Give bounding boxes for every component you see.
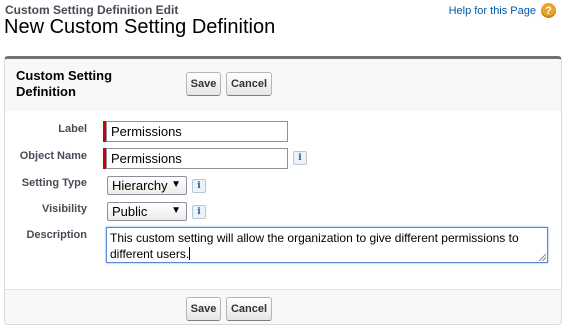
description-field-label: Description — [26, 229, 87, 241]
page-title: New Custom Setting Definition — [4, 16, 276, 38]
help-icon[interactable]: ? — [541, 3, 556, 18]
setting-type-info-icon[interactable]: i — [192, 179, 206, 193]
cancel-button-bottom[interactable]: Cancel — [226, 297, 272, 321]
setting-type-field-label: Setting Type — [21, 177, 87, 189]
cancel-button-top[interactable]: Cancel — [226, 72, 272, 96]
setting-type-select[interactable]: Hierarchy ▼ — [107, 176, 187, 195]
visibility-select[interactable]: Public ▼ — [107, 202, 187, 221]
edit-panel: Custom Setting Definition Save Cancel La… — [4, 56, 562, 325]
label-field-label: Label — [58, 123, 87, 135]
panel-title: Custom Setting Definition — [16, 68, 113, 99]
help-link-group[interactable]: Help for this Page ? — [449, 3, 556, 18]
form-area: Label Permissions Object Name Permission… — [5, 111, 561, 290]
visibility-info-icon[interactable]: i — [192, 205, 206, 219]
help-link[interactable]: Help for this Page — [449, 5, 536, 17]
setting-type-value: Hierarchy — [112, 178, 168, 193]
save-button-top[interactable]: Save — [186, 72, 221, 96]
panel-header: Custom Setting Definition Save Cancel — [5, 59, 561, 112]
object-name-info-icon[interactable]: i — [293, 151, 307, 165]
chevron-down-icon: ▼ — [171, 205, 181, 216]
chevron-down-icon: ▼ — [171, 179, 181, 190]
visibility-value: Public — [112, 204, 148, 219]
object-name-field-label: Object Name — [19, 150, 87, 162]
resize-grip-icon[interactable] — [539, 254, 546, 261]
page-supertitle: Custom Setting Definition Edit — [5, 3, 179, 17]
label-input[interactable]: Permissions — [106, 121, 288, 142]
save-button-bottom[interactable]: Save — [186, 297, 221, 321]
description-text: This custom setting will allow the organ… — [110, 231, 519, 261]
visibility-field-label: Visibility — [41, 203, 87, 215]
description-textarea[interactable]: This custom setting will allow the organ… — [106, 227, 548, 263]
object-name-input[interactable]: Permissions — [106, 148, 288, 169]
text-caret — [189, 247, 191, 260]
